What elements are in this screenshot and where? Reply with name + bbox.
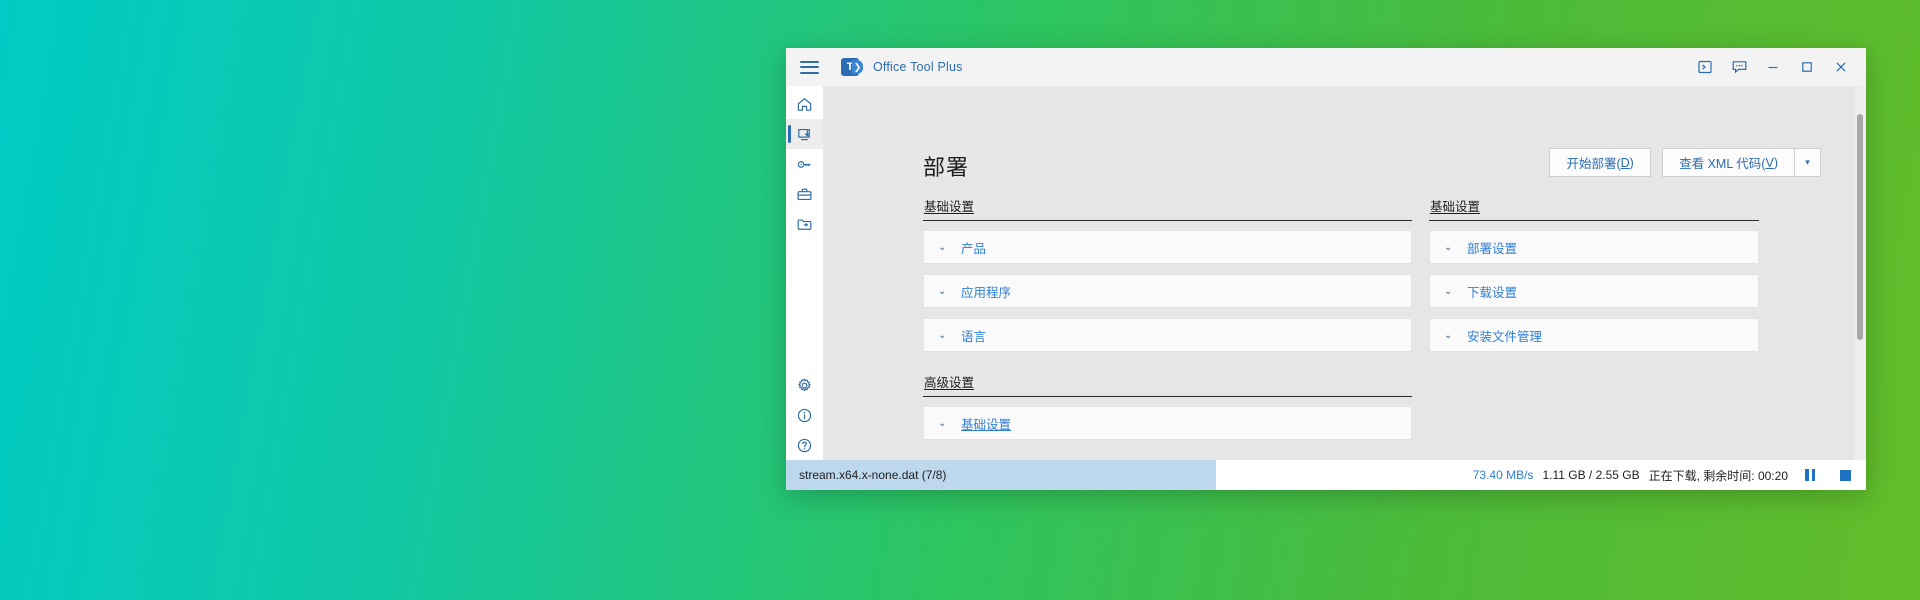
chevron-down-icon: ⌄ [1444,285,1453,297]
content-scrollbar[interactable] [1854,86,1866,460]
status-bar: stream.x64.x-none.dat (7/8) 73.40 MB/s 1… [786,460,1866,490]
start-deploy-suffix: ) [1629,155,1634,170]
page-header: 部署 开始部署(D) 查看 XML 代码(V) ▾ [823,86,1826,182]
accordion-install-file-management[interactable]: ⌄ 安装文件管理 [1429,318,1759,352]
start-deploy-button[interactable]: 开始部署(D) [1549,148,1652,177]
chevron-down-icon: ⌄ [938,241,947,253]
window-body: 部署 开始部署(D) 查看 XML 代码(V) ▾ 基础设置 ⌄ 产品 ⌄ … [786,86,1866,460]
content-inner: 部署 开始部署(D) 查看 XML 代码(V) ▾ 基础设置 ⌄ 产品 ⌄ … [823,86,1854,460]
download-speed: 73.40 MB/s [1472,468,1534,482]
left-column: 基础设置 ⌄ 产品 ⌄ 应用程序 ⌄ 语言 高级设置 ⌄ 基础设置 [923,196,1412,450]
start-deploy-label: 开始部署( [1566,157,1621,171]
sidebar-item-settings[interactable] [786,370,823,400]
view-xml-mnemonic: V [1765,155,1774,170]
stop-icon [1839,469,1851,481]
hamburger-bars [799,57,819,77]
accordion-product[interactable]: ⌄ 产品 [923,230,1412,264]
section-heading-basic-right: 基础设置 [1429,196,1759,221]
sidebar-item-documents[interactable] [786,209,823,239]
sidebar-item-activate[interactable] [786,149,823,179]
chevron-down-icon: ⌄ [1444,241,1453,253]
feedback-button[interactable] [1722,48,1756,86]
app-logo-chevron-icon: ❯ [852,60,863,74]
chevron-down-icon: ⌄ [938,285,947,297]
view-xml-label: 查看 XML 代码( [1679,157,1766,171]
view-xml-dropdown-button[interactable]: ▾ [1794,148,1821,177]
console-button[interactable] [1688,48,1722,86]
chevron-down-icon: ⌄ [1444,329,1453,341]
maximize-button[interactable] [1790,48,1824,86]
hamburger-bar-2 [799,66,819,68]
accordion-label: 应用程序 [961,285,1012,300]
pause-button[interactable] [1797,462,1823,488]
pause-icon [1805,469,1815,481]
sidebar-item-tools[interactable] [786,179,823,209]
close-button[interactable] [1824,48,1858,86]
accordion-language[interactable]: ⌄ 语言 [923,318,1412,352]
sidebar-item-deploy[interactable] [786,119,823,149]
sidebar [786,86,823,460]
accordion-advanced-basic[interactable]: ⌄ 基础设置 [923,406,1412,440]
accordion-label: 安装文件管理 [1467,329,1543,344]
accordion-label: 产品 [961,241,987,256]
accordion-applications[interactable]: ⌄ 应用程序 [923,274,1412,308]
accordion-label: 基础设置 [961,417,1012,432]
right-column: 基础设置 ⌄ 部署设置 ⌄ 下载设置 ⌄ 安装文件管理 [1429,196,1759,450]
accordion-download-settings[interactable]: ⌄ 下载设置 [1429,274,1759,308]
view-xml-split-button: 查看 XML 代码(V) ▾ [1662,148,1821,177]
minimize-button[interactable] [1756,48,1790,86]
status-details: 73.40 MB/s 1.11 GB / 2.55 GB 正在下载, 剩余时间:… [1216,460,1866,490]
page-actions: 开始部署(D) 查看 XML 代码(V) ▾ [1549,148,1821,182]
section-heading-basic-left: 基础设置 [923,196,1412,221]
sidebar-item-help[interactable] [786,430,823,460]
download-progress-bar: stream.x64.x-none.dat (7/8) [786,460,1216,490]
hamburger-bar-3 [799,71,819,74]
app-logo-icon: T ❯ [841,58,863,76]
title-bar: T ❯ Office Tool Plus [786,48,1866,86]
settings-columns: 基础设置 ⌄ 产品 ⌄ 应用程序 ⌄ 语言 高级设置 ⌄ 基础设置 基础设置 ⌄… [823,182,1826,450]
page-title: 部署 [923,155,970,180]
pause-bar-2 [1811,469,1815,481]
chevron-down-icon: ⌄ [938,329,947,341]
accordion-deploy-settings[interactable]: ⌄ 部署设置 [1429,230,1759,264]
view-xml-suffix: ) [1773,155,1778,170]
view-xml-button[interactable]: 查看 XML 代码(V) [1662,148,1794,177]
desktop-background: T ❯ Office Tool Plus 部署 开始部署(D) 查看 XML… [0,0,1920,600]
office-tool-plus-window: T ❯ Office Tool Plus 部署 开始部署(D) 查看 XML… [786,48,1866,490]
accordion-label: 语言 [961,329,987,344]
chevron-down-icon: ⌄ [938,417,947,429]
accordion-label: 部署设置 [1467,241,1518,256]
scrollbar-thumb[interactable] [1857,114,1863,340]
sidebar-item-about[interactable] [786,400,823,430]
content-area: 部署 开始部署(D) 查看 XML 代码(V) ▾ 基础设置 ⌄ 产品 ⌄ … [823,86,1866,460]
download-size: 1.11 GB / 2.55 GB [1542,468,1640,482]
current-file-label: stream.x64.x-none.dat (7/8) [799,468,947,482]
sidebar-item-home[interactable] [786,89,823,119]
accordion-label: 下载设置 [1467,285,1518,300]
start-deploy-mnemonic: D [1620,155,1630,170]
hamburger-bar-1 [799,60,819,63]
chevron-down-icon: ▾ [1805,157,1810,167]
stop-button[interactable] [1832,462,1858,488]
window-title: Office Tool Plus [873,60,963,74]
pause-bar-1 [1805,469,1809,481]
section-heading-advanced: 高级设置 [923,372,1412,397]
download-state: 正在下载, 剩余时间: 00:20 [1648,468,1788,483]
hamburger-menu-icon[interactable] [786,48,832,86]
